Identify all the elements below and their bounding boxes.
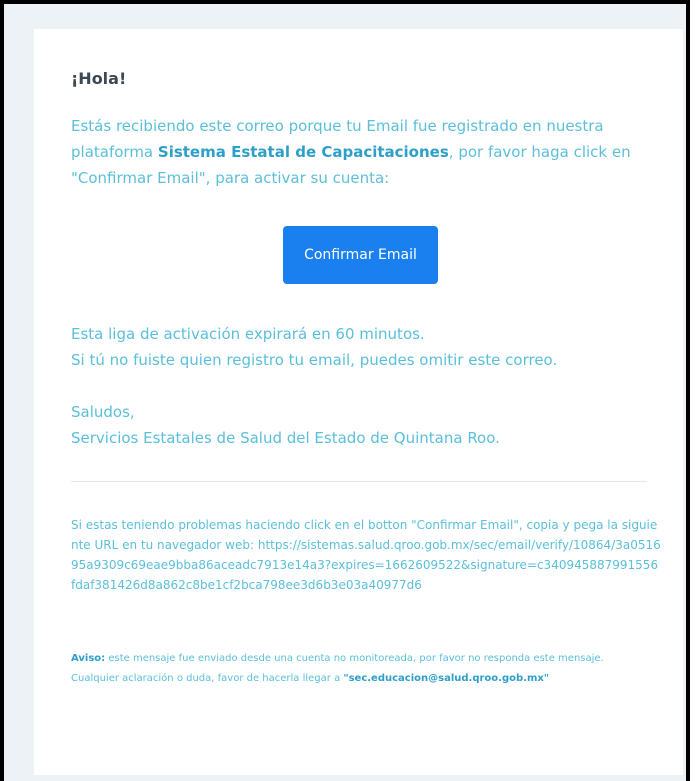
contact-text: Cualquier aclaración o duda, favor de ha… xyxy=(71,673,344,684)
sender-name: Servicios Estatales de Salud del Estado … xyxy=(71,429,500,447)
ignore-line: Si tú no fuiste quien registro tu email,… xyxy=(71,351,558,369)
platform-name: Sistema Estatal de Capacitaciones xyxy=(157,143,449,161)
expiry-line: Esta liga de activación expirará en 60 m… xyxy=(71,325,425,343)
signoff-paragraph: Saludos, Servicios Estatales de Salud del… xyxy=(71,399,661,451)
intro-paragraph: Estás recibiendo este correo porque tu E… xyxy=(71,113,661,191)
divider xyxy=(71,481,647,482)
confirm-email-button[interactable]: Confirmar Email xyxy=(283,226,438,284)
footer-notice: Aviso: este mensaje fue enviado desde un… xyxy=(71,649,661,689)
email-card: ¡Hola! Estás recibiendo este correo porq… xyxy=(34,29,683,775)
salutation: Saludos, xyxy=(71,403,135,421)
notice-label: Aviso: xyxy=(71,653,106,664)
email-background: ¡Hola! Estás recibiendo este correo porq… xyxy=(0,0,690,781)
expiry-paragraph: Esta liga de activación expirará en 60 m… xyxy=(71,321,661,373)
greeting-heading: ¡Hola! xyxy=(71,69,127,88)
subcopy-paragraph: Si estas teniendo problemas haciendo cli… xyxy=(71,515,661,595)
contact-email[interactable]: "sec.educacion@salud.qroo.gob.mx" xyxy=(343,673,549,684)
notice-text: este mensaje fue enviado desde una cuent… xyxy=(105,653,604,664)
